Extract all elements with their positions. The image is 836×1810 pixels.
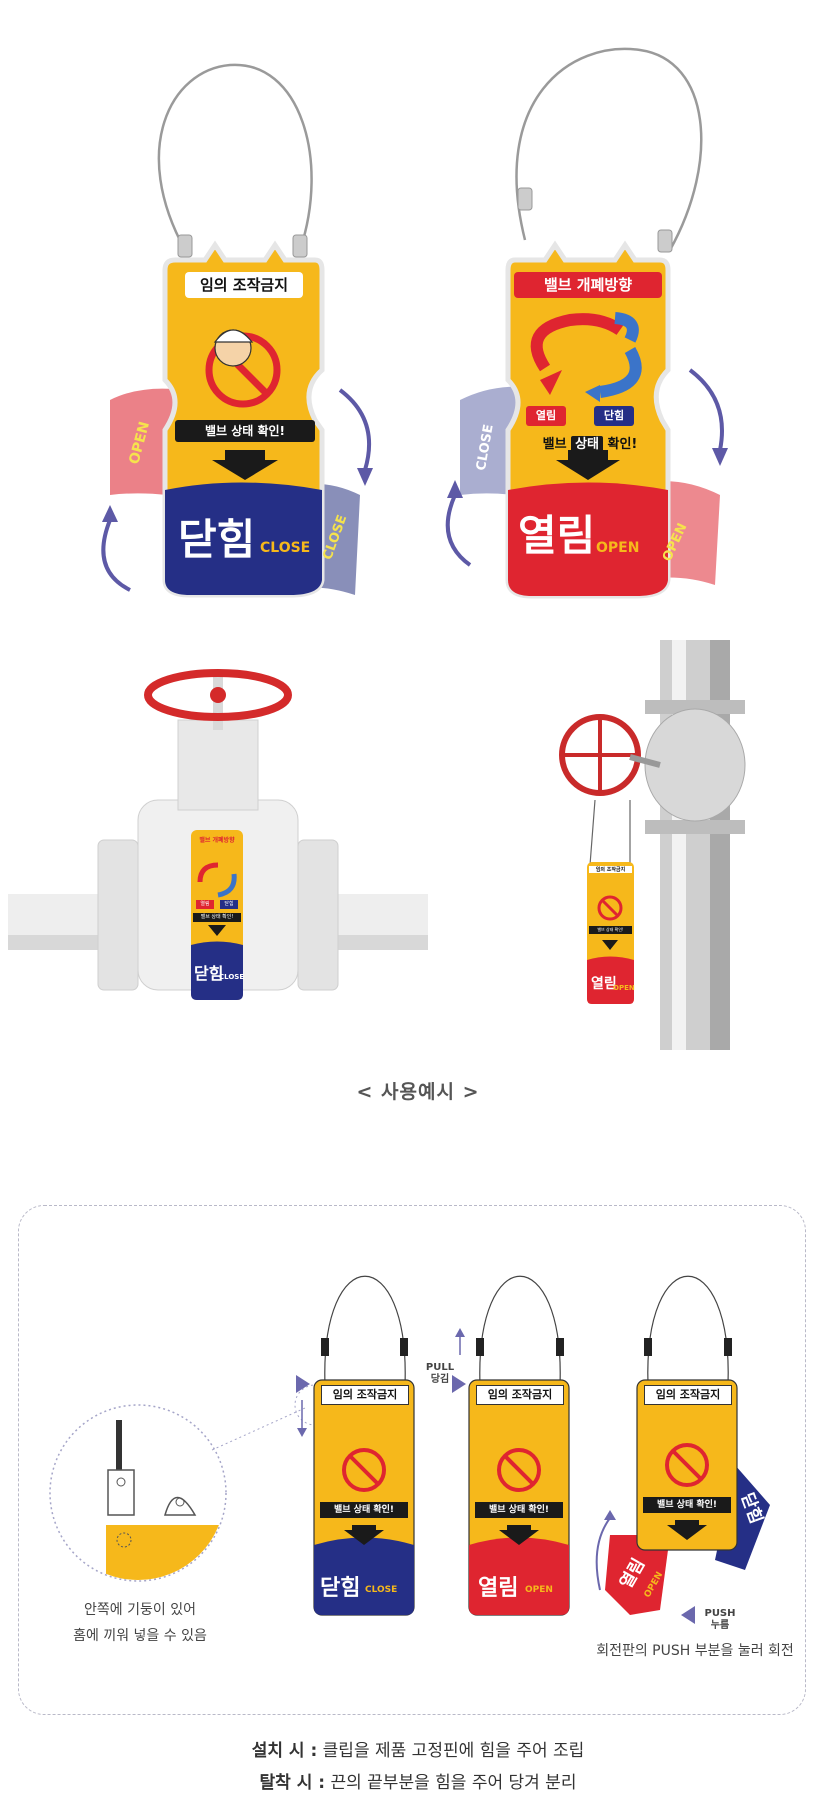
install-text: 클립을 제품 고정핀에 힘을 주어 조립 bbox=[317, 1741, 585, 1761]
howto-note-right: 회전판의 PUSH 부분을 눌러 회전 bbox=[596, 1643, 794, 1659]
remove-text: 끈의 끝부분을 힘을 주어 당겨 분리 bbox=[325, 1773, 577, 1793]
remove-label: 탈착 시 : bbox=[259, 1773, 326, 1793]
install-line: 설치 시 : 클립을 제품 고정핀에 힘을 주어 조립 bbox=[0, 1736, 836, 1761]
push-label-ko: 누름 bbox=[710, 1620, 730, 1631]
howto-tag2-title: 임의 조작금지 bbox=[476, 1385, 564, 1405]
pull-label-en: PULL bbox=[425, 1362, 455, 1373]
howto-note-left-line2: 홈에 끼워 넣을 수 있음 bbox=[73, 1628, 207, 1644]
howto-tag1-check: 밸브 상태 확인! bbox=[320, 1502, 408, 1518]
howto-tag2-small: OPEN bbox=[525, 1585, 553, 1595]
remove-line: 탈착 시 : 끈의 끝부분을 힘을 주어 당겨 분리 bbox=[0, 1768, 836, 1793]
howto-tag1-title: 임의 조작금지 bbox=[321, 1385, 409, 1405]
pull-label-ko: 당김 bbox=[430, 1374, 450, 1385]
push-label-en: PUSH bbox=[704, 1608, 736, 1619]
howto-tag2-check: 밸브 상태 확인! bbox=[475, 1502, 563, 1518]
howto-tag3-title: 임의 조작금지 bbox=[644, 1385, 732, 1405]
howto-note-left: 안쪽에 기둥이 있어 홈에 끼워 넣을 수 있음 bbox=[40, 1597, 240, 1649]
howto-illustrations bbox=[49, 1275, 770, 1624]
install-label: 설치 시 : bbox=[251, 1741, 318, 1761]
howto-tag1-small: CLOSE bbox=[365, 1585, 398, 1595]
push-label: PUSH 누름 bbox=[700, 1608, 740, 1632]
howto-tag1-big: 닫힘 bbox=[320, 1576, 361, 1601]
howto-tag2-big: 열림 bbox=[478, 1576, 519, 1601]
howto-note-left-line1: 안쪽에 기둥이 있어 bbox=[84, 1602, 196, 1618]
howto-tag3-check: 밸브 상태 확인! bbox=[643, 1497, 731, 1513]
pull-label: PULL 당김 bbox=[420, 1362, 460, 1386]
